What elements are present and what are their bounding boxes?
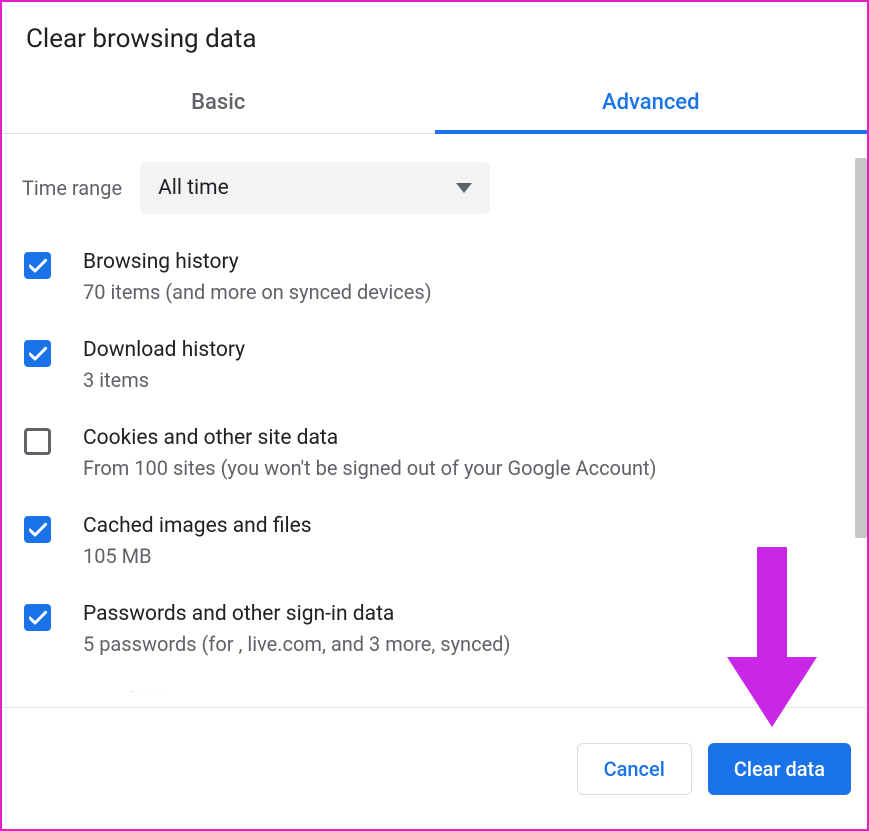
checkmark-icon [29, 259, 47, 273]
checkmark-icon [29, 611, 47, 625]
dialog-content: Time range All time Browsing history 70 … [2, 134, 867, 692]
option-autofill: Autofill form data [24, 690, 847, 692]
option-title: Cookies and other site data [83, 426, 657, 450]
checkbox-browsing-history[interactable] [24, 252, 51, 279]
checkbox-download-history[interactable] [24, 340, 51, 367]
option-text: Cached images and files 105 MB [83, 514, 312, 568]
option-text: Download history 3 items [83, 338, 245, 392]
checkbox-cached[interactable] [24, 516, 51, 543]
button-bar: Cancel Clear data [2, 707, 867, 829]
option-title: Autofill form data [83, 690, 245, 692]
time-range-label: Time range [22, 176, 122, 200]
option-subtitle: From 100 sites (you won't be signed out … [83, 456, 657, 480]
option-title: Download history [83, 338, 245, 362]
tab-bar: Basic Advanced [2, 76, 867, 134]
option-subtitle: 3 items [83, 368, 245, 392]
option-cached: Cached images and files 105 MB [24, 514, 847, 568]
option-title: Cached images and files [83, 514, 312, 538]
checkmark-icon [29, 347, 47, 361]
chevron-down-icon [456, 183, 472, 193]
time-range-select[interactable]: All time [140, 162, 490, 214]
checkmark-icon [29, 523, 47, 537]
checkbox-cookies[interactable] [24, 428, 51, 455]
option-title: Browsing history [83, 250, 432, 274]
option-subtitle: 105 MB [83, 544, 312, 568]
dialog-title: Clear browsing data [2, 2, 867, 54]
options-list: Browsing history 70 items (and more on s… [2, 214, 867, 692]
option-passwords: Passwords and other sign-in data 5 passw… [24, 602, 847, 656]
clear-browsing-data-dialog: Clear browsing data Basic Advanced Time … [0, 0, 869, 831]
scrollbar-thumb[interactable] [855, 158, 867, 538]
option-subtitle: 70 items (and more on synced devices) [83, 280, 432, 304]
time-range-row: Time range All time [2, 134, 867, 214]
cancel-button[interactable]: Cancel [577, 743, 692, 795]
option-browsing-history: Browsing history 70 items (and more on s… [24, 250, 847, 304]
checkbox-passwords[interactable] [24, 604, 51, 631]
time-range-value: All time [158, 176, 229, 200]
option-text: Passwords and other sign-in data 5 passw… [83, 602, 510, 656]
option-cookies: Cookies and other site data From 100 sit… [24, 426, 847, 480]
option-text: Browsing history 70 items (and more on s… [83, 250, 432, 304]
tab-basic[interactable]: Basic [2, 76, 435, 133]
option-title: Passwords and other sign-in data [83, 602, 510, 626]
option-subtitle: 5 passwords (for , live.com, and 3 more,… [83, 632, 510, 656]
option-text: Cookies and other site data From 100 sit… [83, 426, 657, 480]
option-text: Autofill form data [83, 690, 245, 692]
tab-advanced[interactable]: Advanced [435, 76, 868, 133]
option-download-history: Download history 3 items [24, 338, 847, 392]
clear-data-button[interactable]: Clear data [708, 743, 851, 795]
